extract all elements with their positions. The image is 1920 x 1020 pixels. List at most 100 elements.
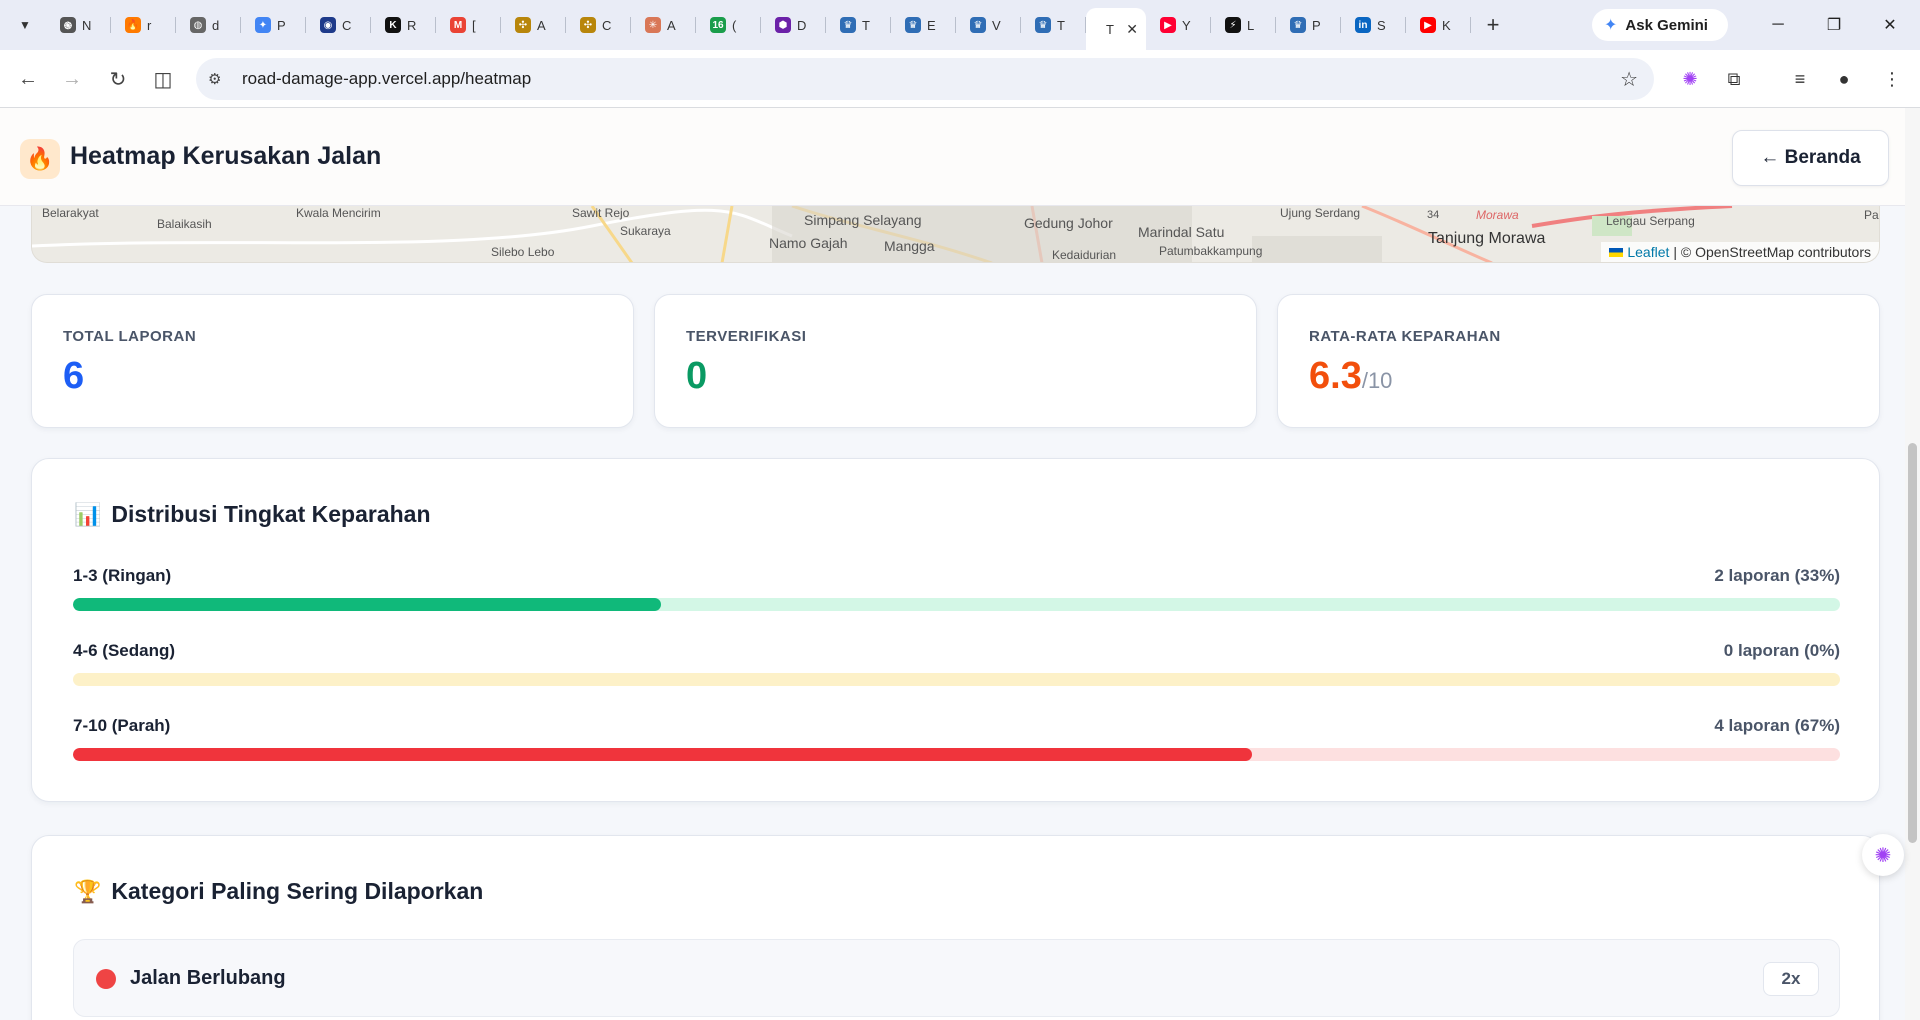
close-tab-icon[interactable]: ✕ bbox=[1126, 21, 1138, 38]
browser-tab[interactable]: ♛ T bbox=[826, 7, 891, 43]
browser-tab[interactable]: ♛ T bbox=[1021, 7, 1086, 43]
leaflet-link[interactable]: Leaflet bbox=[1627, 244, 1669, 260]
map-place-label: Sukaraya bbox=[620, 224, 671, 238]
youtube-icon: ▶ bbox=[1420, 17, 1436, 33]
browser-tab[interactable]: ▶ K bbox=[1406, 7, 1471, 43]
browser-tab[interactable]: ♛ E bbox=[891, 7, 956, 43]
severity-bar-track bbox=[73, 598, 1840, 611]
crest-icon: ♛ bbox=[1290, 17, 1306, 33]
attribution-text: | © OpenStreetMap contributors bbox=[1673, 244, 1871, 260]
browser-tab[interactable]: 🔥 r bbox=[111, 7, 176, 43]
crest-icon: ♛ bbox=[905, 17, 921, 33]
crest-icon: ♛ bbox=[1035, 17, 1051, 33]
browser-tab[interactable]: KR bbox=[371, 7, 436, 43]
stat-suffix: /10 bbox=[1361, 368, 1393, 393]
reload-button[interactable]: ↻ bbox=[102, 63, 134, 95]
severity-label: 7-10 (Parah) bbox=[73, 716, 171, 735]
browser-tab[interactable]: M[ bbox=[436, 7, 501, 43]
browser-tab[interactable]: ♛ P bbox=[1276, 7, 1341, 43]
map-place-label: Ujung Serdang bbox=[1280, 206, 1361, 220]
extensions-icon[interactable]: ⧉ bbox=[1718, 63, 1750, 95]
crest-icon: ♛ bbox=[840, 17, 856, 33]
map-place-label: Pa bbox=[1864, 208, 1879, 222]
bolt-icon: ⚡ bbox=[1225, 17, 1241, 33]
browser-tab[interactable]: 16 ( bbox=[696, 7, 761, 43]
split-view-button[interactable]: ◫ bbox=[147, 63, 179, 95]
tab-search-menu[interactable]: ▼ bbox=[10, 10, 40, 40]
browser-tab[interactable]: in S bbox=[1341, 7, 1406, 43]
ukraine-flag-icon bbox=[1609, 247, 1624, 257]
brain-icon: ✺ bbox=[1874, 844, 1892, 867]
number-icon: 16 bbox=[710, 17, 726, 33]
map-place-label: Kedaidurian bbox=[1052, 248, 1117, 262]
back-button[interactable]: ← bbox=[12, 63, 44, 95]
browser-tab[interactable]: ✳ A bbox=[631, 7, 696, 43]
gemini-icon: ✦ bbox=[1604, 17, 1618, 34]
browser-tab[interactable]: ✣ A bbox=[501, 7, 566, 43]
minimize-button[interactable]: ─ bbox=[1750, 0, 1806, 50]
page-scrollbar[interactable] bbox=[1905, 108, 1920, 1020]
browser-tab[interactable]: ♛ V bbox=[956, 7, 1021, 43]
severity-count: 2 laporan (33%) bbox=[1714, 566, 1840, 585]
tab-title: Y bbox=[1182, 17, 1191, 33]
page-viewport: 🔥 Heatmap Kerusakan Jalan ← Beranda Bela… bbox=[0, 108, 1920, 1020]
new-tab-button[interactable]: + bbox=[1475, 7, 1511, 43]
browser-tab[interactable]: ⚡ L bbox=[1211, 7, 1276, 43]
plus-icon: + bbox=[1486, 12, 1500, 37]
tab-title: D bbox=[797, 17, 807, 33]
map-place-label: Namo Gajah bbox=[769, 235, 848, 251]
page-title: Heatmap Kerusakan Jalan bbox=[70, 142, 382, 170]
ask-gemini-button[interactable]: ✦ Ask Gemini bbox=[1592, 9, 1728, 41]
restore-button[interactable]: ❐ bbox=[1806, 0, 1862, 50]
severity-bar-fill bbox=[73, 598, 662, 611]
browser-tab[interactable]: ⬢ D bbox=[761, 7, 826, 43]
severity-row: 1-3 (Ringan) 2 laporan (33%) bbox=[73, 566, 1840, 626]
media-controls-icon[interactable]: ≡ bbox=[1784, 63, 1816, 95]
url-text[interactable]: road-damage-app.vercel.app/heatmap bbox=[242, 69, 531, 89]
bookmark-star-icon[interactable]: ☆ bbox=[1620, 67, 1638, 92]
stat-label: TOTAL LAPORAN bbox=[63, 328, 197, 345]
close-window-button[interactable]: ✕ bbox=[1862, 0, 1918, 50]
severity-bar-track bbox=[73, 673, 1840, 686]
browser-tab[interactable]: ◍ d bbox=[176, 7, 241, 43]
tab-title: T bbox=[1057, 17, 1065, 33]
browser-tab[interactable]: ✦ P bbox=[241, 7, 306, 43]
browser-tab[interactable]: ֍ N bbox=[46, 7, 111, 43]
browser-tab[interactable]: T ✕ bbox=[1086, 8, 1146, 50]
restore-icon: ❐ bbox=[1826, 17, 1842, 34]
more-menu-icon[interactable]: ⋮ bbox=[1876, 63, 1908, 95]
stat-card-average-severity: RATA-RATA KEPARAHAN 6.3/10 bbox=[1277, 294, 1880, 428]
fire-icon: 🔥 bbox=[125, 17, 141, 33]
severity-bar-fill bbox=[73, 748, 1252, 761]
fire-icon: 🔥 bbox=[20, 139, 60, 179]
tab-strip: ▼ ֍ N 🔥 r ◍ d ✦ P ◉ C K R M[✣ A ✣ C ✳ A 16(⬢ D ♛ T ♛ E ♛ V ♛ T T ✕ ▶ Y ⚡… bbox=[0, 0, 1920, 50]
category-name: Jalan Berlubang bbox=[130, 967, 286, 989]
browser-tab[interactable]: ◉ C bbox=[306, 7, 371, 43]
forward-button[interactable]: → bbox=[56, 63, 88, 95]
tab-title: T bbox=[862, 17, 870, 33]
claude-icon: ✳ bbox=[645, 17, 661, 33]
top-categories-panel: 🏆 Kategori Paling Sering Dilaporkan Jala… bbox=[31, 835, 1880, 1020]
map-road-number: 34 bbox=[1427, 209, 1440, 221]
address-bar[interactable]: ⚙ road-damage-app.vercel.app/heatmap ☆ bbox=[196, 58, 1654, 100]
globe-icon: ◍ bbox=[190, 17, 206, 33]
heatmap-map[interactable]: Belarakyat Balaikasih Kwala Mencirim Sil… bbox=[31, 206, 1880, 263]
brain-extension-icon[interactable]: ✺ bbox=[1674, 63, 1706, 95]
browser-toolbar: ← → ↻ ◫ ⚙ road-damage-app.vercel.app/hea… bbox=[0, 50, 1920, 108]
map-road-label: Morawa bbox=[1476, 208, 1519, 222]
site-settings-icon[interactable]: ⚙ bbox=[208, 70, 238, 88]
linkedin-icon: in bbox=[1355, 17, 1371, 33]
stat-value: 6 bbox=[63, 355, 85, 397]
tab-title: C bbox=[602, 17, 612, 33]
browser-tab[interactable]: ▶ Y bbox=[1146, 7, 1211, 43]
distribution-title: 📊 Distribusi Tingkat Keparahan bbox=[74, 501, 431, 528]
browser-tab[interactable]: ✣ C bbox=[566, 7, 631, 43]
trophy-icon: 🏆 bbox=[74, 878, 102, 904]
floating-assistant-button[interactable]: ✺ bbox=[1862, 834, 1904, 876]
stat-card-verified: TERVERIFIKASI 0 bbox=[654, 294, 1257, 428]
scrollbar-thumb[interactable] bbox=[1908, 443, 1917, 843]
tab-title: P bbox=[1312, 17, 1321, 33]
home-button[interactable]: ← Beranda bbox=[1732, 130, 1889, 186]
profile-avatar-icon[interactable]: ● bbox=[1828, 63, 1860, 95]
severity-bar-track bbox=[73, 748, 1840, 761]
